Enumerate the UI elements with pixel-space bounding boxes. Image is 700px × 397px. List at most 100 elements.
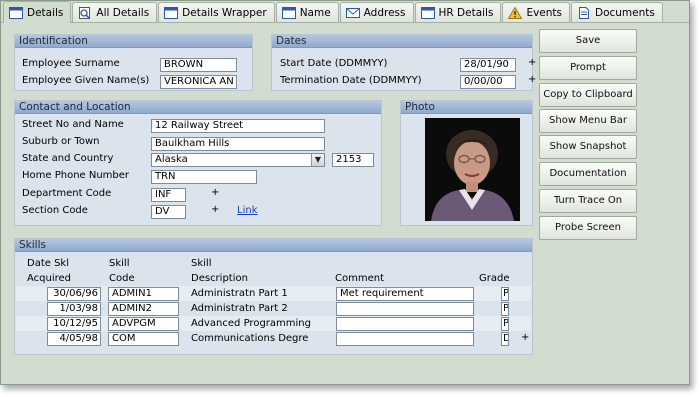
grade-field[interactable]: P	[501, 317, 509, 331]
table-row: 1/03/98 ADMIN2 Administratn Part 2 P	[16, 301, 531, 316]
date-acquired-field[interactable]: 1/03/98	[47, 302, 101, 316]
show-menu-bar-button[interactable]: Show Menu Bar	[539, 109, 637, 133]
tab-bar: Details All Details Details Wrapper Name…	[3, 1, 664, 23]
date-acquired-field[interactable]: 10/12/95	[47, 317, 101, 331]
tab-all-details[interactable]: All Details	[72, 2, 158, 22]
tab-details[interactable]: Details	[3, 1, 72, 23]
state-dropdown-value: Alaska	[155, 154, 188, 165]
identification-panel: Identification Employee Surname BROWN Em…	[14, 34, 253, 91]
tab-label: Events	[526, 6, 562, 19]
table-row: 10/12/95 ADVPGM Advanced Programming P	[16, 316, 531, 331]
comment-field[interactable]	[336, 317, 474, 331]
panel-title: Dates	[272, 35, 532, 48]
window-icon	[9, 6, 23, 19]
surname-label: Employee Surname	[22, 58, 120, 69]
tab-name[interactable]: Name	[275, 2, 339, 22]
warning-icon	[508, 6, 523, 19]
add-skill-button[interactable]: +	[521, 332, 529, 343]
copy-to-clipboard-button[interactable]: Copy to Clipboard	[539, 83, 637, 107]
comment-field[interactable]: Met requirement	[336, 287, 474, 301]
tab-address[interactable]: Address	[339, 2, 414, 22]
date-acquired-header: Acquired	[27, 273, 72, 284]
postcode-field[interactable]: 2153	[332, 153, 374, 167]
given-name-field[interactable]: VERONICA AN	[160, 75, 237, 89]
grade-field[interactable]: P	[501, 302, 509, 316]
tab-documents[interactable]: Documents	[571, 2, 663, 22]
panel-title: Photo	[401, 101, 532, 114]
tab-label: Details	[27, 6, 64, 19]
start-date-expand-button[interactable]: +	[528, 57, 536, 68]
document-icon	[577, 6, 591, 19]
tab-label: HR Details	[438, 6, 494, 19]
home-phone-field[interactable]: TRN	[151, 170, 257, 184]
dates-panel: Dates Start Date (DDMMYY) 28/01/90 + Ter…	[271, 34, 536, 91]
skill-code-field[interactable]: ADVPGM	[108, 317, 179, 331]
tab-details-wrapper[interactable]: Details Wrapper	[158, 2, 275, 22]
show-snapshot-button[interactable]: Show Snapshot	[539, 135, 637, 159]
section-code-expand-button[interactable]: +	[211, 204, 219, 215]
photo-panel: Photo	[400, 100, 533, 226]
documentation-button[interactable]: Documentation	[539, 162, 637, 186]
suburb-field[interactable]: Baulkham Hills	[151, 137, 325, 151]
suburb-label: Suburb or Town	[22, 136, 100, 147]
section-code-field[interactable]: DV	[151, 205, 186, 219]
tab-label: Details Wrapper	[182, 6, 267, 19]
skill-description: Advanced Programming	[191, 318, 311, 329]
state-country-label: State and Country	[22, 153, 114, 164]
skill-description-header: Skill	[191, 258, 212, 269]
department-code-expand-button[interactable]: +	[211, 187, 219, 198]
grade-field[interactable]: P	[501, 287, 509, 301]
date-acquired-field[interactable]: 4/05/98	[47, 332, 101, 346]
comment-field[interactable]	[336, 332, 474, 346]
window-icon	[281, 6, 296, 19]
termination-date-field[interactable]: 0/00/00	[460, 75, 516, 89]
date-acquired-header: Date Skl	[27, 258, 69, 269]
state-dropdown[interactable]: Alaska ▼	[151, 153, 325, 167]
grade-header: Grade	[479, 273, 510, 284]
tab-hr-details[interactable]: HR Details	[414, 2, 502, 22]
street-field[interactable]: 12 Railway Street	[151, 119, 325, 133]
table-row: 4/05/98 COM Communications Degre D +	[16, 331, 531, 346]
window-icon	[164, 6, 179, 19]
comment-field[interactable]	[336, 302, 474, 316]
skill-code-header: Skill	[109, 258, 130, 269]
window-icon	[420, 6, 435, 19]
table-row: 30/06/96 ADMIN1 Administratn Part 1 Met …	[16, 286, 531, 301]
skill-description: Administratn Part 2	[191, 303, 288, 314]
termination-date-expand-button[interactable]: +	[528, 74, 536, 85]
street-label: Street No and Name	[22, 119, 124, 130]
comment-header: Comment	[335, 273, 384, 284]
tab-events[interactable]: Events	[502, 2, 570, 22]
department-code-field[interactable]: INF	[151, 188, 186, 202]
envelope-icon	[345, 7, 360, 19]
start-date-field[interactable]: 28/01/90	[460, 58, 516, 72]
panel-title: Skills	[15, 239, 532, 252]
section-link[interactable]: Link	[237, 205, 257, 216]
skill-code-field[interactable]: COM	[108, 332, 179, 346]
probe-screen-button[interactable]: Probe Screen	[539, 216, 637, 240]
skill-code-header: Code	[109, 273, 135, 284]
contact-location-panel: Contact and Location Street No and Name …	[14, 100, 382, 226]
skill-code-field[interactable]: ADMIN1	[108, 287, 179, 301]
search-icon	[78, 6, 92, 19]
turn-trace-on-button[interactable]: Turn Trace On	[539, 189, 637, 213]
skill-description-header: Description	[191, 273, 248, 284]
grade-field[interactable]: D	[501, 332, 509, 346]
department-code-label: Department Code	[22, 188, 112, 199]
skill-description: Administratn Part 1	[191, 288, 288, 299]
prompt-button[interactable]: Prompt	[539, 56, 637, 80]
skill-description: Communications Degre	[191, 333, 309, 344]
date-acquired-field[interactable]: 30/06/96	[47, 287, 101, 301]
tab-label: All Details	[96, 6, 150, 19]
section-code-label: Section Code	[22, 205, 88, 216]
save-button[interactable]: Save	[539, 29, 637, 53]
given-name-label: Employee Given Name(s)	[22, 75, 150, 86]
tab-label: Name	[299, 6, 331, 19]
tab-label: Address	[363, 6, 406, 19]
employee-details-window: Details All Details Details Wrapper Name…	[0, 0, 690, 385]
surname-field[interactable]: BROWN	[160, 58, 237, 72]
chevron-down-icon[interactable]: ▼	[311, 154, 324, 166]
skill-code-field[interactable]: ADMIN2	[108, 302, 179, 316]
termination-date-label: Termination Date (DDMMYY)	[280, 75, 422, 86]
home-phone-label: Home Phone Number	[22, 170, 130, 181]
